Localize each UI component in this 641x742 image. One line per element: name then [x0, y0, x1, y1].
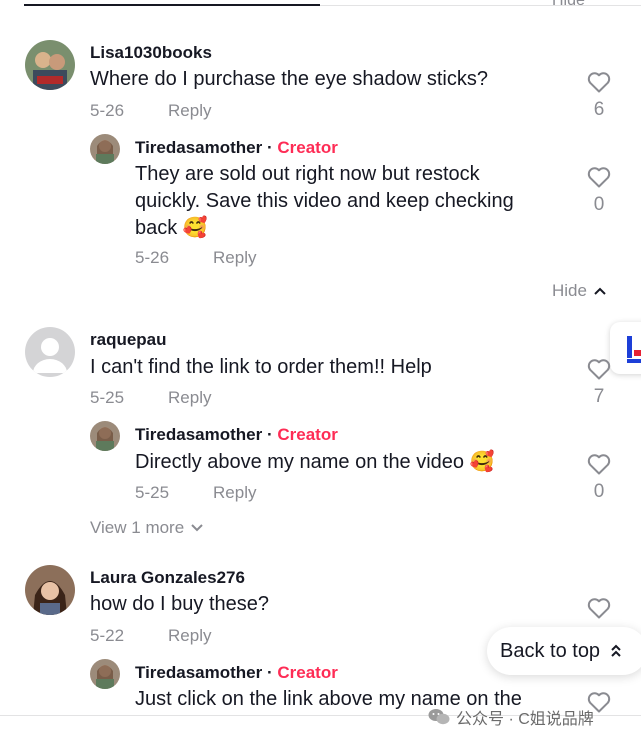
like-button[interactable]: 0 — [584, 453, 614, 503]
reply-username-line: Tiredasamother · Creator — [135, 663, 338, 682]
comment-text: Where do I purchase the eye shadow stick… — [90, 68, 488, 90]
default-avatar-icon — [25, 327, 75, 377]
reply-button[interactable]: Reply — [168, 626, 211, 645]
heart-icon — [587, 72, 611, 93]
reply-username[interactable]: Tiredasamother — [135, 138, 262, 157]
reply-username-line: Tiredasamother · Creator — [135, 425, 338, 444]
avatar[interactable] — [90, 134, 120, 164]
heart-icon — [587, 167, 611, 188]
reply-meta: 5-26 Reply — [135, 248, 257, 268]
wechat-icon — [428, 709, 450, 725]
reply-text: They are sold out right now but restock … — [135, 163, 514, 239]
reply-button[interactable]: Reply — [168, 101, 211, 120]
reply-meta: 5-25 Reply — [135, 483, 257, 503]
heart-icon — [587, 598, 611, 619]
creator-badge: Creator — [277, 138, 338, 157]
like-button[interactable]: 6 — [584, 71, 614, 121]
comment-username[interactable]: raquepau — [90, 330, 167, 350]
comment-meta: 5-25 Reply — [90, 388, 212, 408]
chevron-down-icon — [191, 524, 203, 532]
reply-date: 5-25 — [135, 483, 170, 502]
comment-text: I can't find the link to order them!! He… — [90, 356, 432, 378]
watermark: 公众号 · C姐说品牌 — [428, 705, 594, 729]
heart-icon — [587, 454, 611, 475]
reply-button[interactable]: Reply — [213, 248, 256, 267]
comment-meta: 5-22 Reply — [90, 626, 212, 646]
side-widget[interactable] — [610, 322, 641, 374]
comment-date: 5-25 — [90, 388, 125, 407]
reply-button[interactable]: Reply — [168, 388, 211, 407]
avatar[interactable] — [90, 659, 120, 689]
comment-date: 5-22 — [90, 626, 125, 645]
reply-username-line: Tiredasamother · Creator — [135, 138, 338, 157]
chevron-up-icon — [594, 287, 606, 295]
avatar[interactable] — [25, 327, 75, 377]
comment-username[interactable]: Lisa1030books — [90, 43, 212, 63]
reply-button[interactable]: Reply — [213, 483, 256, 502]
comment-meta: 5-26 Reply — [90, 101, 212, 121]
like-count: 6 — [593, 99, 605, 120]
view-more-replies-button[interactable]: View 1 more — [90, 518, 204, 538]
divider — [320, 5, 641, 6]
avatar[interactable] — [25, 565, 75, 615]
creator-badge: Creator — [277, 663, 338, 682]
like-button[interactable]: 0 — [584, 166, 614, 216]
like-button[interactable]: 7 — [584, 358, 614, 408]
comment-text: how do I buy these? — [90, 593, 270, 615]
comment-username[interactable]: Laura Gonzales276 — [90, 568, 245, 588]
hide-replies-button[interactable]: Hide — [552, 281, 607, 301]
active-tab-underline — [24, 0, 320, 6]
avatar[interactable] — [25, 40, 75, 90]
like-count: 0 — [593, 481, 605, 502]
like-count: 7 — [593, 386, 605, 407]
double-chevron-up-icon — [611, 644, 621, 657]
reply-username[interactable]: Tiredasamother — [135, 663, 262, 682]
back-to-top-button[interactable]: Back to top — [487, 627, 641, 675]
heart-icon — [587, 359, 611, 380]
creator-badge: Creator — [277, 425, 338, 444]
reply-text: Directly above my name on the video 🥰 — [135, 451, 495, 473]
like-count: 0 — [593, 194, 605, 215]
like-button[interactable] — [584, 597, 614, 619]
reply-date: 5-26 — [135, 248, 170, 267]
comment-date: 5-26 — [90, 101, 125, 120]
hide-button-top[interactable]: Hide — [552, 0, 585, 10]
avatar[interactable] — [90, 421, 120, 451]
reply-username[interactable]: Tiredasamother — [135, 425, 262, 444]
